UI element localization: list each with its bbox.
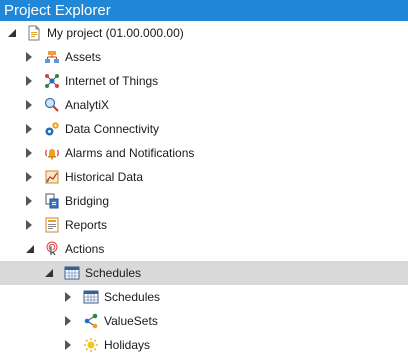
tree-node-label: Actions bbox=[65, 242, 105, 256]
expand-arrow-icon[interactable] bbox=[24, 75, 34, 87]
tree-node-label: Bridging bbox=[65, 194, 110, 208]
tree-node-label: Historical Data bbox=[65, 170, 144, 184]
reports-icon bbox=[44, 217, 60, 233]
expand-arrow-icon[interactable] bbox=[24, 51, 34, 63]
bridging-icon bbox=[44, 193, 60, 209]
tree-node-analytix[interactable]: AnalytiX bbox=[0, 93, 408, 117]
expand-arrow-icon[interactable] bbox=[24, 171, 34, 183]
tree-node-label: Alarms and Notifications bbox=[65, 146, 195, 160]
expand-arrow-icon[interactable] bbox=[24, 99, 34, 111]
iot-network-icon bbox=[44, 73, 60, 89]
tree-node-reports[interactable]: Reports bbox=[0, 213, 408, 237]
tree-node-label: Schedules bbox=[85, 266, 142, 280]
collapse-arrow-icon[interactable] bbox=[7, 27, 17, 39]
historical-data-icon bbox=[44, 169, 60, 185]
collapse-arrow-icon[interactable] bbox=[44, 267, 54, 279]
panel-title: Project Explorer bbox=[4, 2, 111, 19]
tree-node-label: Internet of Things bbox=[65, 74, 159, 88]
project-document-icon bbox=[26, 25, 42, 41]
tree-node-iot[interactable]: Internet of Things bbox=[0, 69, 408, 93]
calendar-grid-icon bbox=[64, 265, 80, 281]
collapse-arrow-icon[interactable] bbox=[25, 243, 35, 255]
tree-node-label: Schedules bbox=[104, 290, 161, 304]
tree-node-valuesets[interactable]: ValueSets bbox=[0, 309, 408, 333]
alarm-bell-icon bbox=[44, 145, 60, 161]
tree-node-schedules[interactable]: Schedules bbox=[0, 285, 408, 309]
expand-arrow-icon[interactable] bbox=[24, 147, 34, 159]
calendar-grid-icon bbox=[83, 289, 99, 305]
tree-node-assets[interactable]: Assets bbox=[0, 45, 408, 69]
tree-node-schedules-folder[interactable]: Schedules bbox=[0, 261, 408, 285]
expand-arrow-icon[interactable] bbox=[24, 195, 34, 207]
expand-arrow-icon[interactable] bbox=[24, 123, 34, 135]
tree-node-label: Reports bbox=[65, 218, 108, 232]
valuesets-icon bbox=[83, 313, 99, 329]
gears-icon bbox=[44, 121, 60, 137]
tree-node-label: My project (01.00.000.00) bbox=[47, 26, 184, 40]
assets-icon bbox=[44, 49, 60, 65]
tree-node-holidays[interactable]: Holidays bbox=[0, 333, 408, 357]
tree-node-actions[interactable]: Actions bbox=[0, 237, 408, 261]
expand-arrow-icon[interactable] bbox=[63, 339, 73, 351]
panel-title-bar: Project Explorer bbox=[0, 0, 408, 21]
tree-node-label: Data Connectivity bbox=[65, 122, 160, 136]
expand-arrow-icon[interactable] bbox=[63, 291, 73, 303]
expand-arrow-icon[interactable] bbox=[24, 219, 34, 231]
tree-node-alarms[interactable]: Alarms and Notifications bbox=[0, 141, 408, 165]
expand-arrow-icon[interactable] bbox=[63, 315, 73, 327]
tree-node-root[interactable]: My project (01.00.000.00) bbox=[0, 21, 408, 45]
sun-icon bbox=[83, 337, 99, 353]
tree-node-historical-data[interactable]: Historical Data bbox=[0, 165, 408, 189]
tree-node-label: ValueSets bbox=[104, 314, 158, 328]
tree-node-label: Holidays bbox=[104, 338, 151, 352]
tree-node-data-connectivity[interactable]: Data Connectivity bbox=[0, 117, 408, 141]
analytix-icon bbox=[44, 97, 60, 113]
tree-node-label: Assets bbox=[65, 50, 102, 64]
tree-node-label: AnalytiX bbox=[65, 98, 110, 112]
tree-node-bridging[interactable]: Bridging bbox=[0, 189, 408, 213]
actions-icon bbox=[44, 241, 60, 257]
